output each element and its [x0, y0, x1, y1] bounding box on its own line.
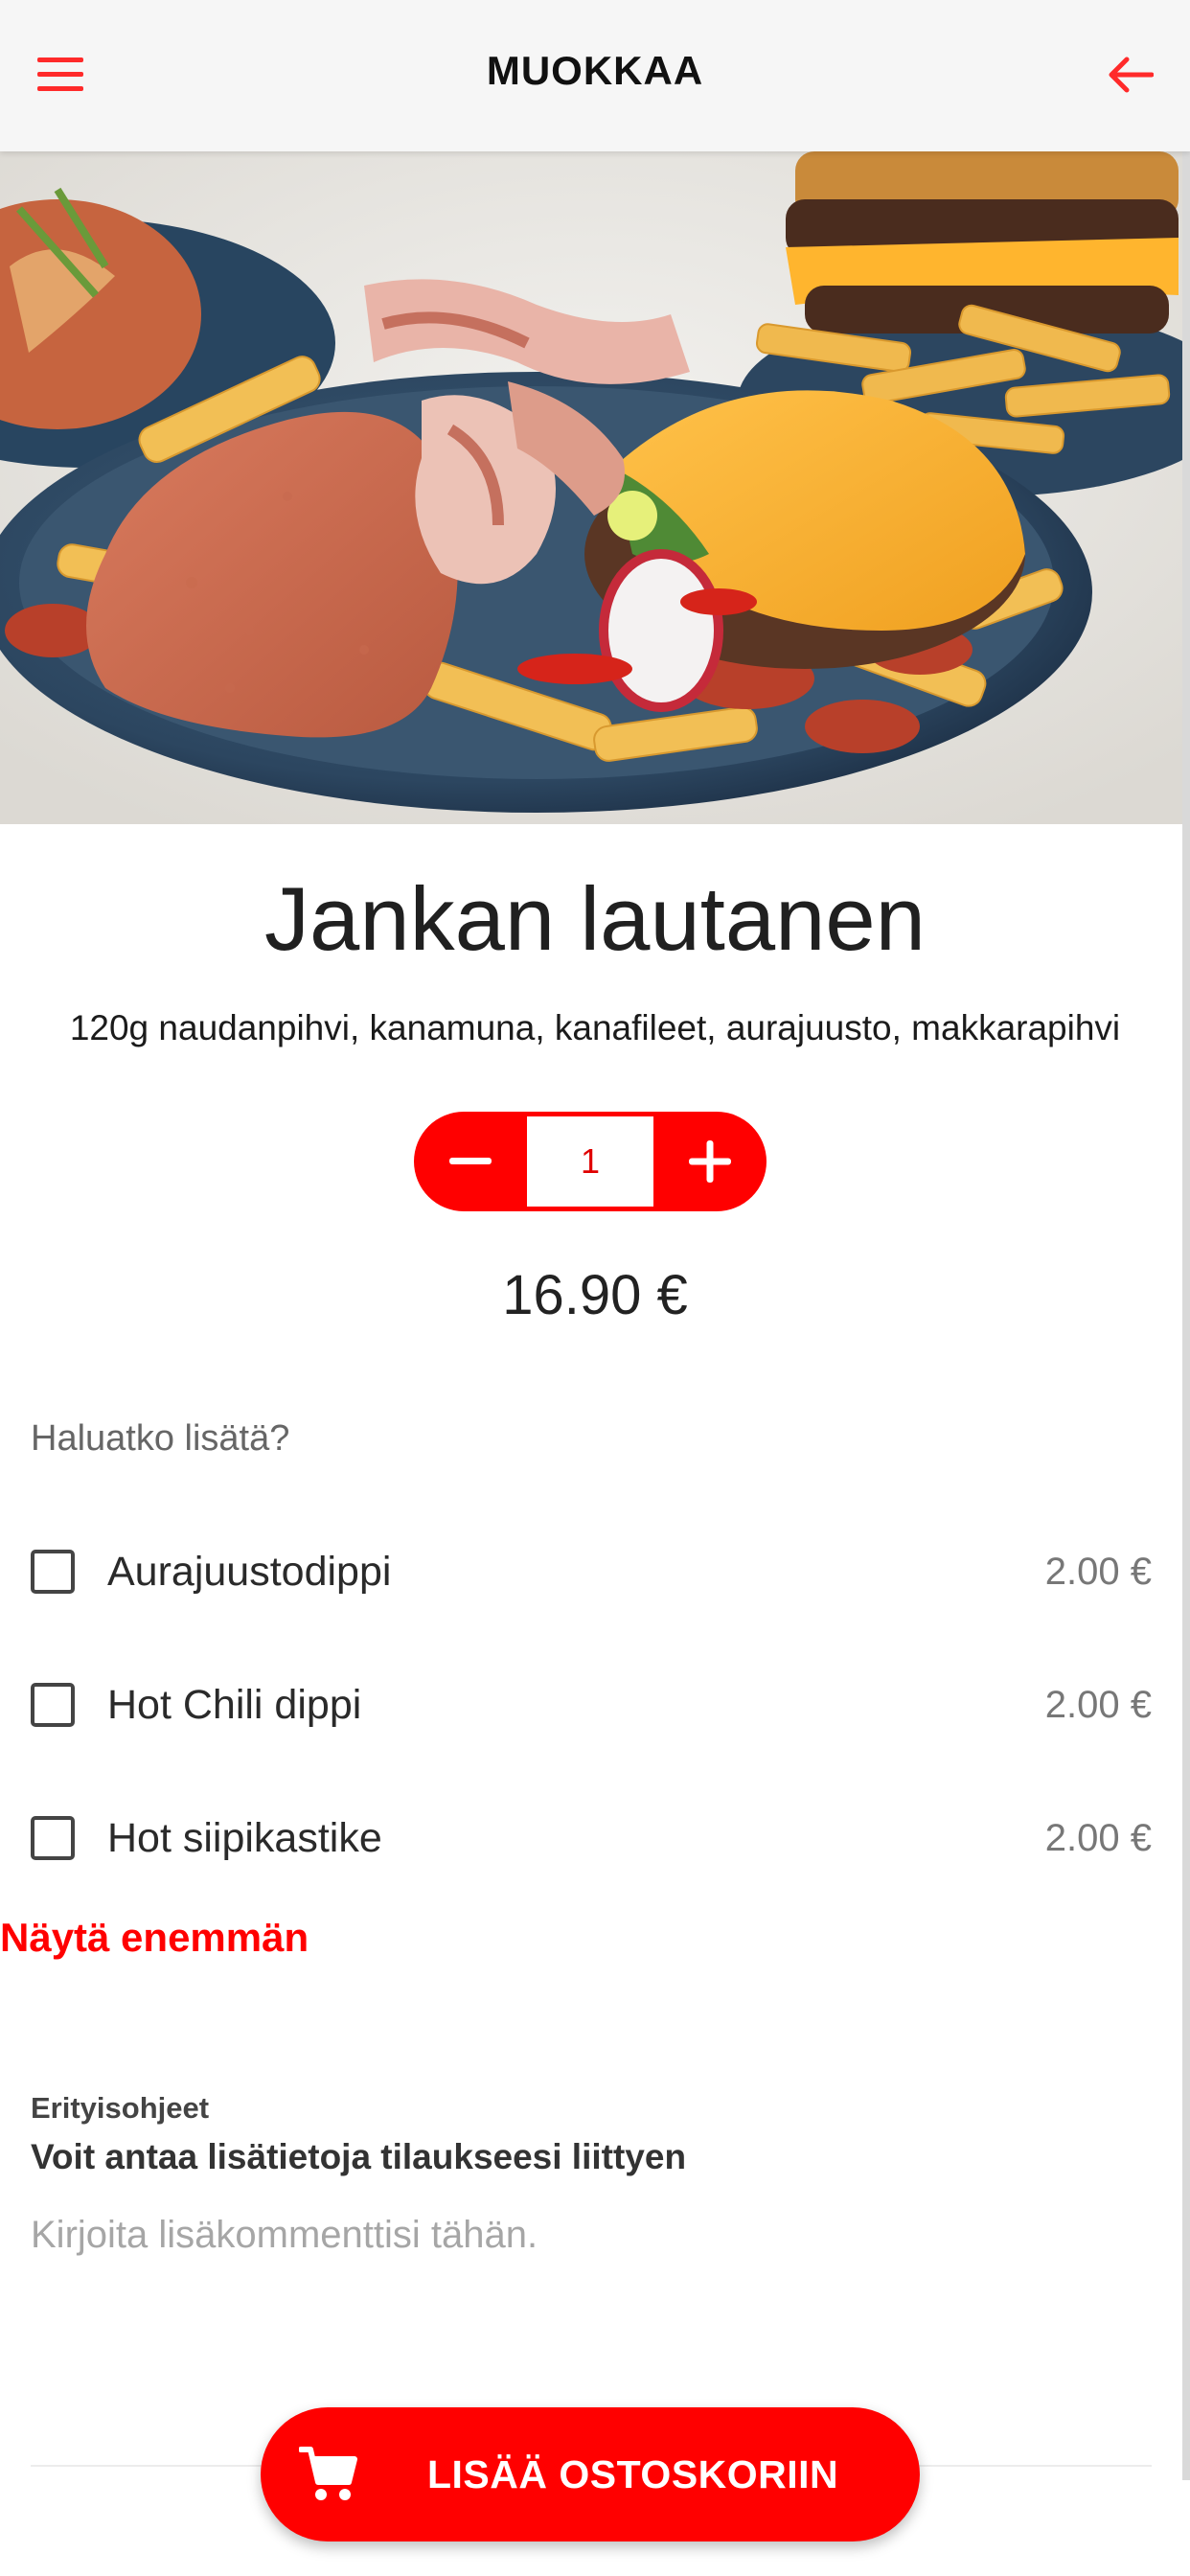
- show-more-link[interactable]: Näytä enemmän: [0, 1915, 309, 1961]
- minus-icon: [449, 1158, 492, 1164]
- checkbox[interactable]: [31, 1550, 75, 1594]
- extra-option-price: 2.00 €: [1044, 1816, 1152, 1859]
- checkbox[interactable]: [31, 1816, 75, 1860]
- quantity-value[interactable]: 1: [527, 1116, 653, 1207]
- extra-option-price: 2.00 €: [1044, 1550, 1152, 1593]
- extra-option-hot-chili-dippi[interactable]: Hot Chili dippi 2.00 €: [31, 1676, 1152, 1734]
- product-price: 16.90 €: [502, 1264, 688, 1326]
- product-name: Jankan lautanen: [264, 868, 926, 969]
- decrease-quantity-button[interactable]: [414, 1112, 527, 1211]
- extra-option-label: Aurajuustodippi: [107, 1548, 392, 1595]
- product-description: 120g naudanpihvi, kanamuna, kanafileet, …: [69, 1008, 1121, 1047]
- product-edit-page: MUOKKAA Jankan lautanen 120g naudanpihvi…: [0, 0, 1190, 2576]
- checkbox[interactable]: [31, 1683, 75, 1727]
- add-to-cart-button[interactable]: LISÄÄ OSTOSKORIIN: [261, 2407, 920, 2542]
- back-button[interactable]: [1090, 37, 1169, 112]
- increase-quantity-button[interactable]: [653, 1112, 767, 1211]
- arrow-left-icon: [1109, 57, 1154, 93]
- page-title: MUOKKAA: [486, 48, 704, 93]
- instructions-label: Erityisohjeet: [31, 2091, 210, 2125]
- add-to-cart-label: LISÄÄ OSTOSKORIIN: [427, 2451, 839, 2496]
- extras-heading: Haluatko lisätä?: [31, 1418, 290, 1459]
- product-image: [0, 151, 1190, 824]
- scrollbar[interactable]: [1182, 151, 1190, 2480]
- extra-option-label: Hot siipikastike: [107, 1814, 382, 1861]
- plus-icon: [689, 1140, 731, 1183]
- quantity-stepper: 1: [414, 1112, 767, 1211]
- extra-option-aurajuustodippi[interactable]: Aurajuustodippi 2.00 €: [31, 1543, 1152, 1600]
- instructions-input[interactable]: [31, 2206, 1152, 2264]
- extra-option-price: 2.00 €: [1044, 1683, 1152, 1726]
- shopping-cart-icon: [295, 2441, 362, 2508]
- instructions-subtitle: Voit antaa lisätietoja tilaukseesi liitt…: [31, 2137, 687, 2176]
- food-plate-photo: [0, 151, 1190, 824]
- extra-option-hot-siipikastike[interactable]: Hot siipikastike 2.00 €: [31, 1809, 1152, 1867]
- top-app-bar: MUOKKAA: [0, 0, 1190, 151]
- extra-option-label: Hot Chili dippi: [107, 1681, 362, 1728]
